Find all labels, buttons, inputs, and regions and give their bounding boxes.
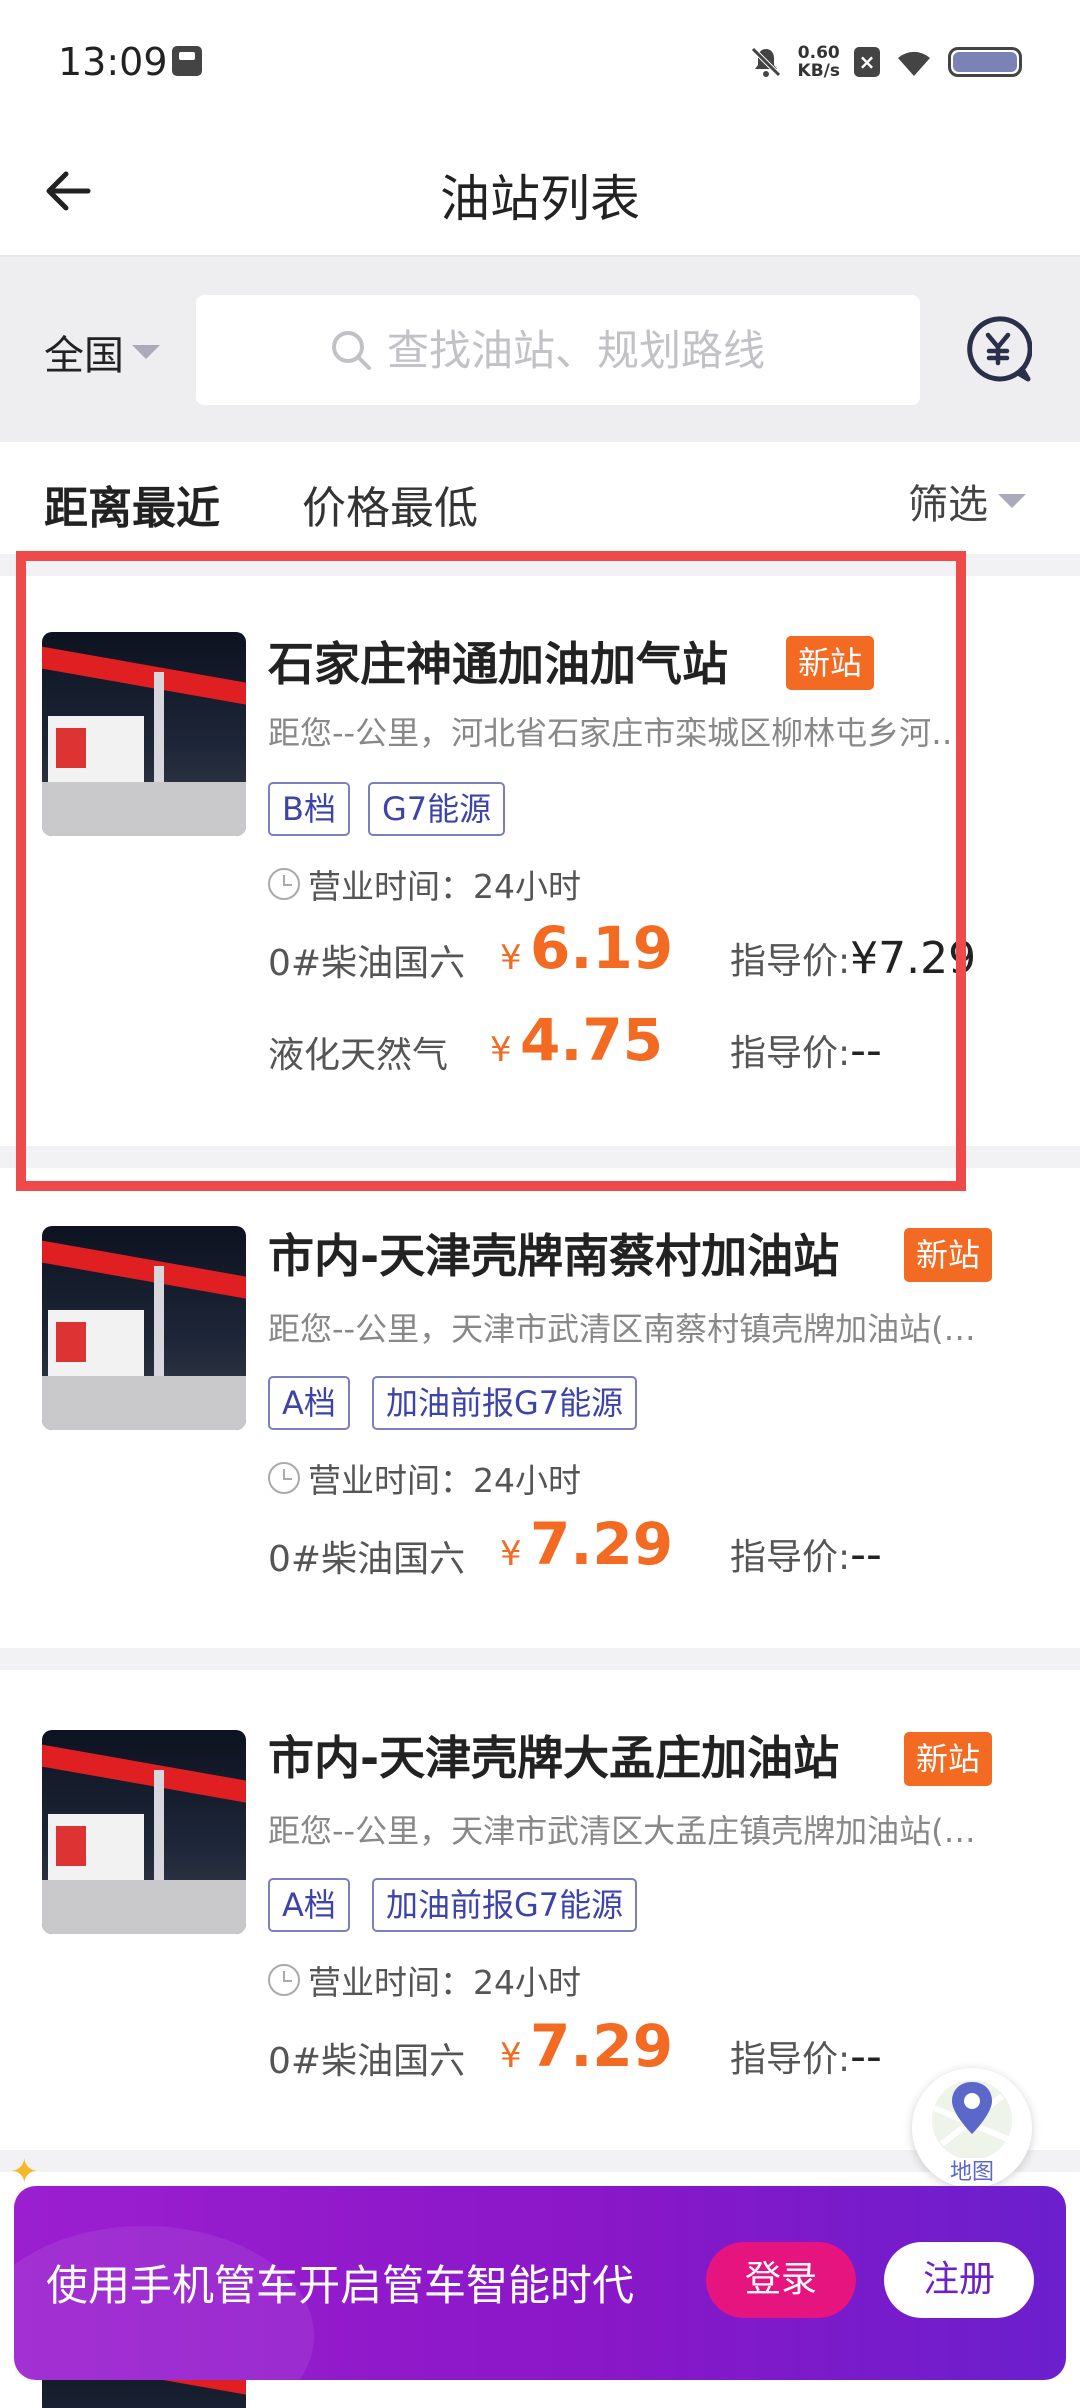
- tab-lowest-price[interactable]: 价格最低: [302, 472, 478, 536]
- station-distance-address: 距您--公里，天津市武清区南蔡村镇壳牌加油站(…: [268, 1310, 976, 1348]
- station-card[interactable]: 石家庄神通加油加气站 新站 距您--公里，河北省石家庄市栾城区柳林屯乡河… B档…: [0, 576, 1080, 1146]
- station-tag: 加油前报G7能源: [372, 1376, 638, 1430]
- business-hours-text: 营业时间：24小时: [308, 867, 581, 906]
- map-pin-icon: [932, 2080, 1012, 2158]
- station-name: 市内-天津壳牌大孟庄加油站: [268, 1731, 840, 1785]
- fuel-type: 0#柴油国六: [268, 2041, 466, 2082]
- network-speed-value: 0.60: [797, 43, 840, 63]
- notification-icon: [172, 46, 202, 76]
- network-speed-unit: KB/s: [797, 61, 840, 81]
- battery-icon: [948, 47, 1022, 77]
- station-thumbnail: [42, 632, 246, 836]
- station-tag: G7能源: [368, 782, 506, 836]
- guide-price: 指导价:¥7.29: [730, 932, 976, 984]
- station-tag: A档: [268, 1878, 350, 1932]
- currency-symbol: ¥: [490, 1030, 512, 1070]
- station-name: 市内-天津壳牌南蔡村加油站: [268, 1229, 840, 1283]
- station-card[interactable]: 市内-天津壳牌南蔡村加油站 新站 距您--公里，天津市武清区南蔡村镇壳牌加油站(…: [0, 1168, 1080, 1648]
- sort-bar: 距离最近 价格最低 筛选: [0, 442, 1080, 554]
- muted-bell-icon: [750, 47, 781, 77]
- new-station-badge: 新站: [904, 1732, 993, 1786]
- status-time: 13:09: [58, 40, 168, 84]
- login-banner: 使用手机管车开启管车智能时代 登录 注册: [14, 2186, 1066, 2380]
- station-thumbnail: [42, 1730, 246, 1934]
- business-hours-text: 营业时间：24小时: [308, 1963, 581, 2002]
- station-thumbnail: [42, 1226, 246, 1430]
- new-station-badge: 新站: [786, 636, 875, 690]
- chevron-down-icon: [132, 345, 160, 359]
- search-box[interactable]: [196, 295, 920, 405]
- guide-price-value: --: [850, 1529, 882, 1580]
- station-distance-address: 距您--公里，河北省石家庄市栾城区柳林屯乡河…: [268, 714, 964, 752]
- new-station-badge: 新站: [904, 1228, 993, 1282]
- wifi-icon: [898, 51, 930, 76]
- station-tag: B档: [268, 782, 350, 836]
- fuel-price: 6.19: [530, 914, 674, 982]
- divider: [0, 1648, 1080, 1670]
- guide-price: 指导价:--: [730, 1528, 882, 1580]
- guide-price-label: 指导价:: [730, 2039, 851, 2080]
- station-distance-address: 距您--公里，天津市武清区大孟庄镇壳牌加油站(…: [268, 1812, 976, 1850]
- currency-symbol: ¥: [500, 2036, 522, 2076]
- region-label: 全国: [44, 333, 124, 379]
- search-icon: [332, 331, 371, 370]
- guide-price-value: ¥7.29: [850, 933, 977, 984]
- guide-price-value: --: [850, 2031, 882, 2082]
- business-hours: 营业时间：24小时: [268, 1956, 581, 2004]
- page-header: 油站列表: [0, 125, 1080, 257]
- guide-price: 指导价:--: [730, 1024, 882, 1076]
- guide-price-label: 指导价:: [730, 1537, 851, 1578]
- region-selector[interactable]: 全国: [44, 323, 160, 381]
- fuel-type: 0#柴油国六: [268, 1539, 466, 1580]
- station-name: 石家庄神通加油加气站: [268, 637, 728, 691]
- divider: [0, 554, 1080, 576]
- search-area: 全国: [0, 257, 1080, 442]
- status-bar: 13:09 0.60 KB/s ×: [0, 0, 1080, 125]
- fuel-type: 0#柴油国六: [268, 943, 466, 984]
- divider: [0, 1146, 1080, 1168]
- currency-symbol: ¥: [500, 938, 522, 978]
- status-indicators: 0.60 KB/s ×: [748, 40, 1022, 84]
- tab-nearest[interactable]: 距离最近: [44, 472, 220, 536]
- chevron-down-icon: [998, 494, 1026, 508]
- network-speed: 0.60 KB/s: [798, 44, 840, 80]
- business-hours: 营业时间：24小时: [268, 1454, 581, 1502]
- clock-icon: [268, 868, 300, 900]
- guide-price-label: 指导价:: [730, 941, 851, 982]
- search-input[interactable]: [387, 325, 787, 375]
- business-hours: 营业时间：24小时: [268, 860, 581, 908]
- page-title: 油站列表: [440, 170, 640, 228]
- station-tag: A档: [268, 1376, 350, 1430]
- coupon-chat-icon[interactable]: [964, 315, 1032, 383]
- login-button[interactable]: 登录: [706, 2242, 856, 2318]
- guide-price-label: 指导价:: [730, 1033, 851, 1074]
- fuel-price: 4.75: [520, 1006, 664, 1074]
- currency-symbol: ¥: [500, 1534, 522, 1574]
- fuel-type: 液化天然气: [268, 1035, 449, 1076]
- clock-icon: [268, 1462, 300, 1494]
- guide-price: 指导价:--: [730, 2030, 882, 2082]
- register-button[interactable]: 注册: [884, 2242, 1034, 2318]
- business-hours-text: 营业时间：24小时: [308, 1461, 581, 1500]
- filter-label: 筛选: [908, 482, 988, 528]
- fuel-price: 7.29: [530, 2012, 674, 2080]
- map-label: 地图: [949, 2160, 994, 2185]
- no-sim-icon: ×: [854, 47, 880, 77]
- map-button[interactable]: 地图: [912, 2068, 1032, 2188]
- banner-text: 使用手机管车开启管车智能时代: [46, 2261, 635, 2310]
- filter-button[interactable]: 筛选: [908, 472, 1026, 530]
- fuel-price: 7.29: [530, 1510, 674, 1578]
- station-tag: 加油前报G7能源: [372, 1878, 638, 1932]
- guide-price-value: --: [850, 1025, 882, 1076]
- clock-icon: [268, 1964, 300, 1996]
